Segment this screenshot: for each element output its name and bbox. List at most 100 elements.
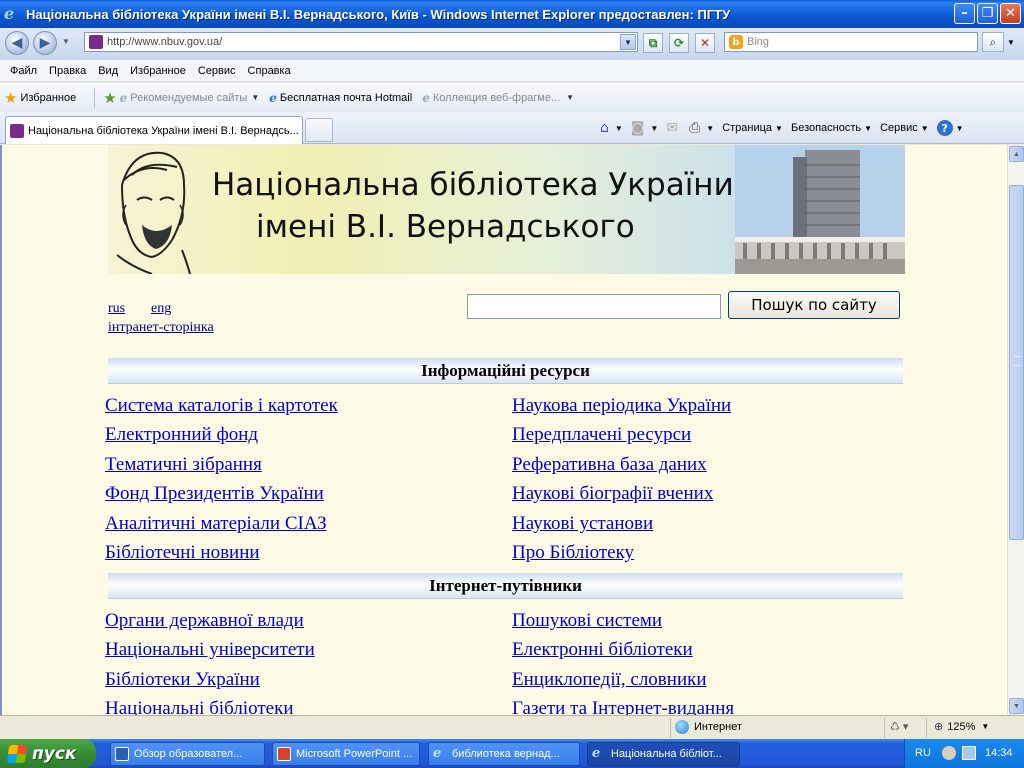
address-bar[interactable]: http://www.nbuv.gov.ua/ ▼: [84, 32, 638, 52]
menu-favorites[interactable]: Избранное: [124, 65, 192, 77]
zone-label: Интернет: [694, 721, 742, 733]
history-dropdown-icon[interactable]: ▼: [62, 37, 70, 46]
menu-help[interactable]: Справка: [242, 65, 297, 77]
chevron-down-icon: ▼: [775, 123, 783, 133]
forward-button[interactable]: ▶: [33, 31, 57, 55]
input-language[interactable]: RU: [915, 747, 931, 759]
zoom-icon: ⊕: [934, 721, 944, 733]
start-button[interactable]: пуск: [0, 739, 96, 768]
compatibility-view-icon[interactable]: ⧉: [643, 33, 663, 53]
address-dropdown-button[interactable]: ▼: [620, 34, 636, 50]
close-button[interactable]: ✕: [1000, 3, 1021, 24]
menu-tools[interactable]: Сервис: [192, 65, 242, 77]
taskbar-item-ie-search[interactable]: e библиотека вернад...: [428, 742, 580, 766]
title-bar: e Національна бібліотека України імені В…: [0, 0, 1024, 28]
menu-edit[interactable]: Правка: [43, 65, 92, 77]
back-button[interactable]: ◀: [5, 31, 29, 55]
security-zone[interactable]: Интернет: [675, 720, 742, 734]
resource-link[interactable]: Електронний фонд: [105, 424, 258, 446]
guide-link[interactable]: Енциклопедії, словники: [512, 669, 707, 691]
print-button[interactable]: ⎙ ▼: [689, 120, 714, 136]
ie-logo-icon: e: [4, 4, 15, 23]
guide-link[interactable]: Національні бібліотеки: [105, 698, 294, 715]
guide-link[interactable]: Газети та Інтернет-видання: [512, 698, 734, 715]
guide-link[interactable]: Національні університети: [105, 639, 315, 661]
scroll-thumb[interactable]: [1009, 185, 1024, 540]
chevron-down-icon: ▼: [706, 123, 715, 133]
ie-icon: e: [592, 746, 601, 761]
network-icon[interactable]: [962, 746, 976, 760]
resource-link[interactable]: Фонд Президентів України: [105, 483, 324, 505]
refresh-icon[interactable]: ⟳: [669, 33, 689, 53]
security-menu[interactable]: Безопасность ▼: [791, 122, 872, 134]
taskbar: пуск Обзор образовател... Microsoft Powe…: [0, 739, 1024, 768]
tools-menu-label: Сервис: [880, 122, 918, 134]
search-options-icon[interactable]: ▼: [1004, 32, 1018, 52]
stop-icon[interactable]: ✕: [695, 33, 715, 53]
taskbar-item-ie-active[interactable]: e Національна бібліот...: [587, 742, 740, 766]
ie-page-icon: e: [269, 90, 277, 105]
menu-file[interactable]: Файл: [4, 65, 43, 77]
resource-link[interactable]: Наукові установи: [512, 513, 653, 535]
clock: 14:34: [985, 747, 1013, 759]
lang-link-rus[interactable]: rus: [108, 301, 125, 317]
search-input[interactable]: b Bing: [724, 32, 978, 52]
resource-link[interactable]: Бібліотечні новини: [105, 542, 260, 564]
resource-link[interactable]: Реферативна база даних: [512, 454, 707, 476]
resource-link[interactable]: Аналітичні матеріали СІАЗ: [105, 513, 327, 535]
zoom-control[interactable]: ⊕ 125% ▼: [934, 720, 990, 734]
site-search-input[interactable]: [467, 294, 721, 319]
maximize-button[interactable]: ❐: [977, 3, 998, 24]
favorites-item-label: Бесплатная почта Hotmail: [279, 91, 413, 104]
chevron-down-icon: ▼: [920, 123, 929, 133]
intranet-link[interactable]: інтранет-сторінка: [108, 320, 214, 336]
home-button[interactable]: ⌂ ▼: [600, 120, 623, 136]
web-slice-gallery-link[interactable]: e Коллекция веб-фрагме... ▼: [422, 91, 574, 105]
feeds-button[interactable]: ◙ ▼: [631, 120, 659, 136]
resource-link[interactable]: Про Бібліотеку: [512, 542, 634, 564]
guide-link[interactable]: Бібліотеки України: [105, 669, 260, 691]
resource-link[interactable]: Наукові біографії вчених: [512, 483, 713, 505]
section-header-guides: Інтернет-путівники: [108, 573, 903, 599]
scroll-down-button[interactable]: ▼: [1009, 698, 1024, 714]
tray-arrow-icon[interactable]: [942, 746, 956, 760]
menu-view[interactable]: Вид: [92, 65, 124, 77]
resource-link[interactable]: Наукова періодика України: [512, 395, 731, 417]
site-search-button[interactable]: Пошук по сайту: [728, 291, 900, 319]
ie-page-icon: e: [119, 90, 128, 105]
favorites-button[interactable]: ★ Избранное: [4, 89, 76, 107]
tab-active[interactable]: Національна бібліотека України імені В.І…: [5, 116, 303, 144]
windows-logo-icon: [6, 744, 28, 763]
tools-menu[interactable]: Сервис ▼: [880, 122, 929, 134]
taskbar-item-label: Microsoft PowerPoint ...: [296, 748, 413, 760]
chevron-down-icon: ▼: [566, 93, 575, 102]
search-button[interactable]: ⌕: [982, 32, 1004, 52]
taskbar-item-powerpoint[interactable]: Microsoft PowerPoint ...: [272, 742, 420, 766]
guide-link[interactable]: Пошукові системи: [512, 610, 662, 632]
add-to-favorites-bar-icon[interactable]: ★: [103, 89, 116, 107]
chevron-down-icon: ▼: [981, 722, 990, 731]
protected-mode-icon[interactable]: ♺ ▾: [890, 720, 908, 733]
resource-link[interactable]: Тематичні зібрання: [105, 454, 262, 476]
page-viewport: Національна бібліотека України імені В.І…: [0, 145, 1024, 715]
new-tab-button[interactable]: [305, 118, 333, 142]
vertical-scrollbar[interactable]: ▲ ▼: [1007, 145, 1024, 715]
banner-title-line1: Національна бібліотека України: [212, 167, 734, 203]
guide-link[interactable]: Органи державної влади: [105, 610, 304, 632]
resource-link[interactable]: Система каталогів і картотек: [105, 395, 338, 417]
banner-title-line2: імені В.І. Вернадського: [256, 209, 635, 245]
favorites-label: Избранное: [20, 91, 77, 104]
favorites-bar: ★ Избранное ★ e Рекомендуемые сайты ▼ e …: [0, 83, 1024, 112]
help-button[interactable]: ? ▼: [936, 120, 964, 136]
read-mail-button[interactable]: ✉: [666, 120, 681, 136]
scroll-up-button[interactable]: ▲: [1009, 146, 1024, 162]
chevron-down-icon: ▼: [955, 123, 964, 133]
minimize-button[interactable]: –: [954, 3, 975, 24]
page-menu[interactable]: Страница ▼: [722, 122, 783, 134]
resource-link[interactable]: Передплачені ресурси: [512, 424, 691, 446]
suggested-sites-link[interactable]: e Рекомендуемые сайты ▼: [120, 91, 260, 105]
lang-link-eng[interactable]: eng: [151, 301, 171, 317]
hotmail-link[interactable]: e Бесплатная почта Hotmail: [269, 91, 412, 105]
guide-link[interactable]: Електронні бібліотеки: [512, 639, 693, 661]
taskbar-item-word[interactable]: Обзор образовател...: [110, 742, 265, 766]
